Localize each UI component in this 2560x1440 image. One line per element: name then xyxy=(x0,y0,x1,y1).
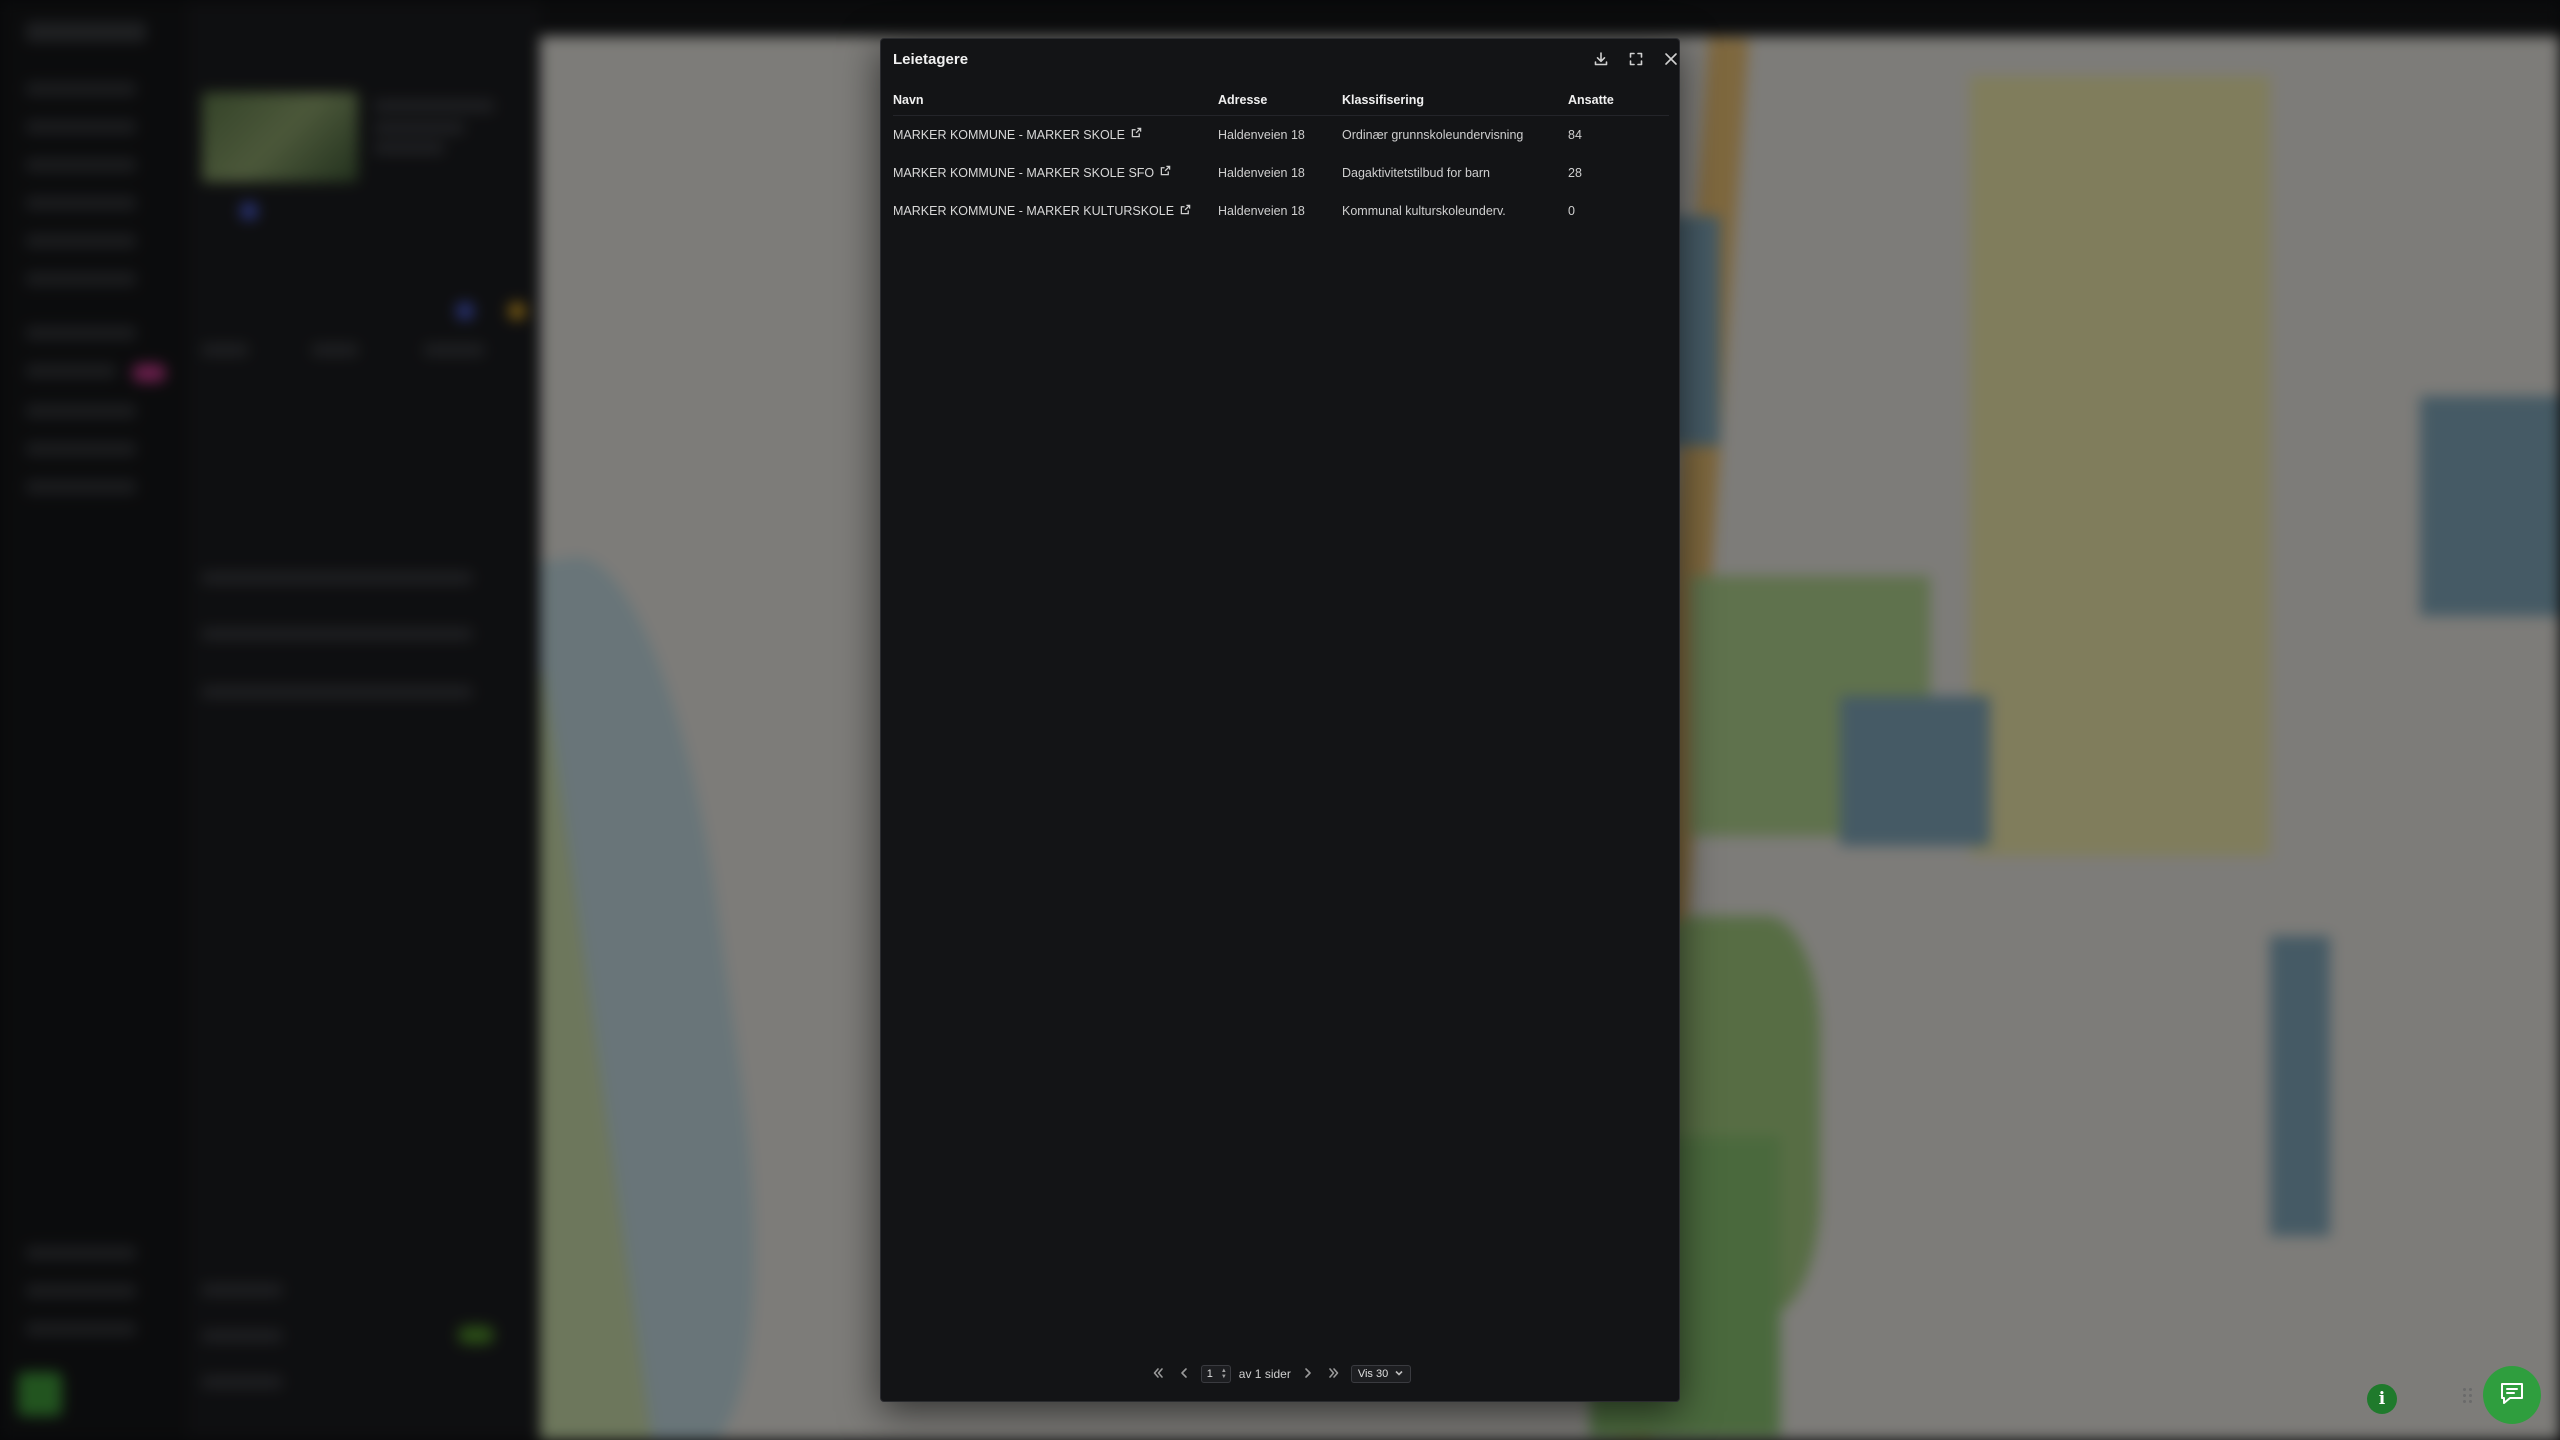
double-chevron-left-icon xyxy=(1152,1367,1164,1382)
fullscreen-button[interactable] xyxy=(1623,48,1649,74)
tenant-name: MARKER KOMMUNE - MARKER SKOLE SFO xyxy=(893,165,1155,180)
tenant-link[interactable]: MARKER KOMMUNE - MARKER KULTURSKOLE xyxy=(893,204,1191,218)
column-header-address[interactable]: Adresse xyxy=(1218,85,1342,116)
close-button[interactable] xyxy=(1658,48,1684,74)
cell-address: Haldenveien 18 xyxy=(1218,127,1305,142)
double-chevron-right-icon xyxy=(1328,1367,1340,1382)
table-row: MARKER KOMMUNE - MARKER SKOLE SFO Halden… xyxy=(893,154,1669,193)
cell-address: Haldenveien 18 xyxy=(1218,165,1305,180)
cell-name: MARKER KOMMUNE - MARKER SKOLE xyxy=(893,115,1218,154)
modal-title: Leietagere xyxy=(893,51,969,68)
previous-page-button[interactable] xyxy=(1175,1365,1193,1383)
cell-employees: 84 xyxy=(1568,127,1582,142)
cell-classification: Kommunal kulturskoleunderv. xyxy=(1342,204,1506,219)
chevron-left-icon xyxy=(1178,1367,1190,1382)
cell-employees: 0 xyxy=(1568,204,1575,219)
cell-classification: Dagaktivitetstilbud for barn xyxy=(1342,165,1490,180)
last-page-button[interactable] xyxy=(1325,1365,1343,1383)
column-header-classification[interactable]: Klassifisering xyxy=(1342,85,1568,116)
chevron-down-icon xyxy=(1394,1368,1404,1381)
cell-address: Haldenveien 18 xyxy=(1218,204,1305,219)
next-page-button[interactable] xyxy=(1299,1365,1317,1383)
external-link-icon xyxy=(1160,165,1171,176)
drag-handle-icon[interactable] xyxy=(2463,1388,2477,1406)
table-row: MARKER KOMMUNE - MARKER KULTURSKOLE Hald… xyxy=(893,192,1669,231)
table-row: MARKER KOMMUNE - MARKER SKOLE Haldenveie… xyxy=(893,115,1669,154)
column-header-name[interactable]: Navn xyxy=(893,85,1218,116)
tenants-table: Navn Adresse Klassifisering Ansatte MARK… xyxy=(893,85,1669,231)
cell-name: MARKER KOMMUNE - MARKER KULTURSKOLE xyxy=(893,192,1218,231)
info-icon: i xyxy=(2378,1389,2386,1409)
chevron-right-icon xyxy=(1302,1367,1314,1382)
download-icon xyxy=(1593,51,1609,72)
pagination: 1 ▲ ▼ av 1 sider Vis 30 xyxy=(881,1363,1679,1385)
chat-icon xyxy=(2497,1378,2527,1413)
cell-employees: 28 xyxy=(1568,165,1582,180)
tenant-link[interactable]: MARKER KOMMUNE - MARKER SKOLE xyxy=(893,128,1142,142)
page-spinner-icon[interactable]: ▲ ▼ xyxy=(1221,1368,1227,1380)
external-link-icon xyxy=(1180,204,1191,215)
page-count-label: av 1 sider xyxy=(1238,1367,1291,1381)
chat-button[interactable] xyxy=(2483,1366,2541,1424)
column-header-employees[interactable]: Ansatte xyxy=(1568,85,1669,116)
first-page-button[interactable] xyxy=(1149,1365,1167,1383)
page-size-value: Vis 30 xyxy=(1357,1368,1389,1380)
table-header-row: Navn Adresse Klassifisering Ansatte xyxy=(893,85,1669,116)
cell-classification: Ordinær grunnskoleundervisning xyxy=(1342,127,1524,142)
page-size-select[interactable]: Vis 30 xyxy=(1350,1365,1412,1383)
close-icon xyxy=(1663,51,1679,72)
tenant-link[interactable]: MARKER KOMMUNE - MARKER SKOLE SFO xyxy=(893,166,1171,180)
page-number-input[interactable]: 1 ▲ ▼ xyxy=(1200,1365,1231,1383)
fullscreen-icon xyxy=(1628,51,1644,72)
external-link-icon xyxy=(1131,127,1142,138)
tenants-modal: Leietagere Navn Adresse Klassifisering A… xyxy=(880,38,1680,1402)
info-button[interactable]: i xyxy=(2367,1384,2397,1414)
page-number-value: 1 xyxy=(1206,1368,1213,1380)
cell-name: MARKER KOMMUNE - MARKER SKOLE SFO xyxy=(893,154,1218,193)
download-button[interactable] xyxy=(1588,48,1614,74)
tenant-name: MARKER KOMMUNE - MARKER SKOLE xyxy=(893,127,1125,142)
tenant-name: MARKER KOMMUNE - MARKER KULTURSKOLE xyxy=(893,204,1175,219)
